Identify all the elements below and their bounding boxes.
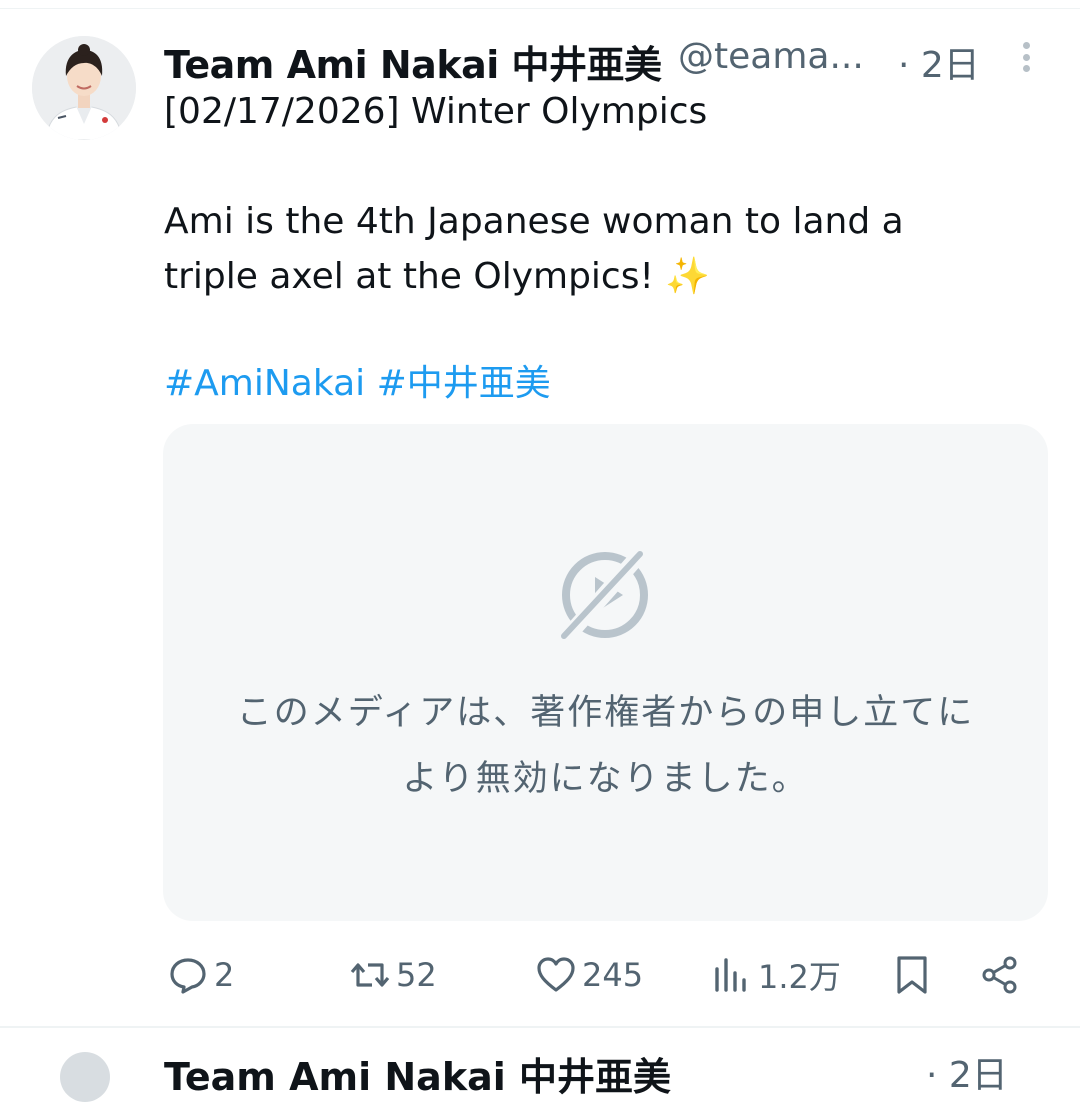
hashtags: #AmiNakai #中井亜美 — [164, 356, 551, 411]
view-count: 1.2万 — [758, 958, 841, 996]
next-tweet-avatar[interactable] — [60, 1052, 110, 1102]
avatar[interactable] — [32, 36, 136, 140]
more-options-icon[interactable] — [1010, 38, 1042, 76]
like-button[interactable]: 245 — [536, 950, 643, 1000]
profile-photo-icon — [32, 36, 136, 140]
tweet-text: [02/17/2026] Winter Olympics Ami is the … — [164, 91, 904, 297]
tweet-header: Team Ami Nakai 中井亜美 @teama... · 2日 — [164, 28, 1044, 87]
hashtag-link[interactable]: #中井亜美 — [377, 363, 551, 404]
tweet-divider — [0, 1026, 1080, 1028]
media-unavailable-card: このメディアは、著作権者からの申し立てに より無効になりました。 — [163, 424, 1048, 921]
bookmark-icon — [897, 956, 927, 994]
reply-icon — [170, 958, 206, 994]
display-name[interactable]: Team Ami Nakai 中井亜美 — [164, 34, 662, 89]
share-icon — [982, 956, 1017, 994]
bookmark-button[interactable] — [892, 950, 932, 1000]
next-tweet-timestamp[interactable]: · 2日 — [926, 1046, 1008, 1098]
next-tweet-display-name[interactable]: Team Ami Nakai 中井亜美 — [164, 1046, 671, 1101]
media-unavailable-message: このメディアは、著作権者からの申し立てに より無効になりました。 — [236, 693, 975, 799]
views-button[interactable]: 1.2万 — [712, 950, 841, 1000]
bar-chart-icon — [715, 958, 746, 992]
reply-button[interactable]: 2 — [168, 950, 234, 1000]
reply-count: 2 — [214, 956, 235, 994]
like-count: 245 — [582, 956, 644, 994]
share-button[interactable] — [980, 950, 1020, 1000]
handle[interactable]: @teama... — [678, 36, 864, 77]
repost-button[interactable]: 52 — [350, 950, 437, 1000]
repost-icon — [350, 963, 390, 987]
timestamp[interactable]: · 2日 — [898, 36, 980, 88]
heart-icon — [537, 957, 575, 992]
repost-count: 52 — [396, 956, 437, 994]
hashtag-link[interactable]: #AmiNakai — [164, 363, 365, 404]
video-unavailable-icon — [560, 546, 648, 644]
top-divider — [0, 8, 1080, 9]
